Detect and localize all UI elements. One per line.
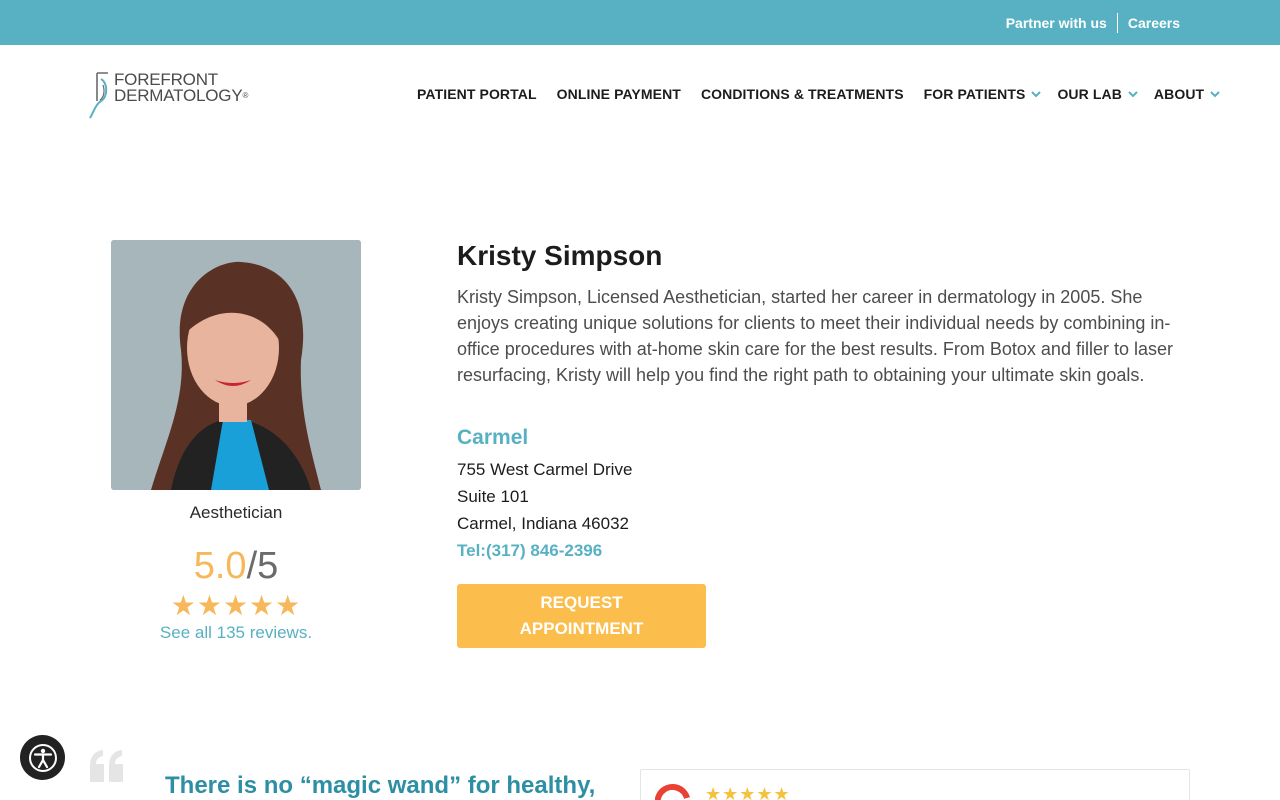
top-utility-bar: Partner with us Careers — [0, 0, 1280, 45]
utility-links: Partner with us Careers — [1006, 12, 1180, 34]
location-address: 755 West Carmel Drive Suite 101 Carmel, … — [457, 456, 1197, 537]
chevron-down-icon — [1031, 91, 1042, 98]
provider-details: Kristy Simpson Kristy Simpson, Licensed … — [457, 240, 1197, 648]
location-name[interactable]: Carmel — [457, 426, 1197, 450]
provider-title: Aesthetician — [189, 503, 283, 522]
address-line-2: Suite 101 — [457, 487, 529, 506]
request-appointment-button[interactable]: REQUEST APPOINTMENT — [457, 584, 706, 648]
nav-label: ABOUT — [1153, 86, 1205, 102]
site-logo[interactable]: FOREFRONT DERMATOLOGY® — [88, 71, 258, 121]
see-all-reviews-link[interactable]: See all 135 reviews. — [111, 623, 361, 643]
nav-label: FOR PATIENTS — [923, 86, 1026, 102]
portrait-image — [111, 240, 361, 490]
careers-link[interactable]: Careers — [1128, 12, 1180, 34]
google-logo-icon — [655, 784, 690, 800]
rating-display: 5.0/5 — [111, 545, 361, 587]
provider-bio: Kristy Simpson, Licensed Aesthetician, s… — [457, 287, 1173, 385]
rating-stars: ★★★★★ — [170, 590, 302, 621]
nav-label: OUR LAB — [1057, 86, 1122, 102]
site-header: FOREFRONT DERMATOLOGY® PATIENT PORTAL ON… — [0, 45, 1280, 145]
phone-link[interactable]: Tel:(317) 846-2396 — [457, 537, 1197, 564]
provider-summary: Aesthetician 5.0/5 ★★★★★ See all 135 rev… — [111, 240, 361, 643]
provider-name: Kristy Simpson — [457, 240, 663, 271]
logo-line-2: DERMATOLOGY® — [114, 87, 248, 105]
nav-label: ONLINE PAYMENT — [556, 86, 681, 102]
accessibility-icon — [28, 743, 57, 772]
nav-item-about[interactable]: ABOUT — [1153, 86, 1220, 102]
rating-score: 5.0 — [193, 545, 247, 587]
logo-line-2-text: DERMATOLOGY — [114, 86, 243, 105]
registered-mark: ® — [242, 91, 249, 100]
utility-divider — [1116, 13, 1118, 33]
rating-max: /5 — [246, 545, 279, 587]
chevron-down-icon — [1128, 91, 1138, 98]
nav-item-conditions-treatments[interactable]: CONDITIONS & TREATMENTS — [701, 86, 904, 102]
review-stars: ★★★★★ — [705, 784, 791, 800]
nav-label: PATIENT PORTAL — [417, 86, 537, 102]
partner-link[interactable]: Partner with us — [1006, 12, 1107, 34]
testimonial-quote: There is no “magic wand” for healthy, — [165, 772, 596, 799]
nav-item-online-payment[interactable]: ONLINE PAYMENT — [557, 86, 681, 102]
nav-label: CONDITIONS & TREATMENTS — [700, 86, 904, 102]
accessibility-button[interactable] — [20, 735, 65, 780]
provider-photo — [111, 240, 361, 490]
chevron-down-icon — [1210, 91, 1220, 98]
quote-icon — [90, 750, 123, 782]
nav-item-our-lab[interactable]: OUR LAB — [1057, 86, 1138, 102]
nav-item-patient-portal[interactable]: PATIENT PORTAL — [417, 86, 537, 102]
nav-item-for-patients[interactable]: FOR PATIENTS — [923, 86, 1042, 102]
address-line-1: 755 West Carmel Drive — [457, 460, 633, 479]
google-review-card: ★★★★★ — [640, 769, 1190, 800]
address-line-3: Carmel, Indiana 46032 — [457, 514, 630, 533]
main-nav: PATIENT PORTAL ONLINE PAYMENT CONDITIONS… — [417, 86, 1236, 102]
